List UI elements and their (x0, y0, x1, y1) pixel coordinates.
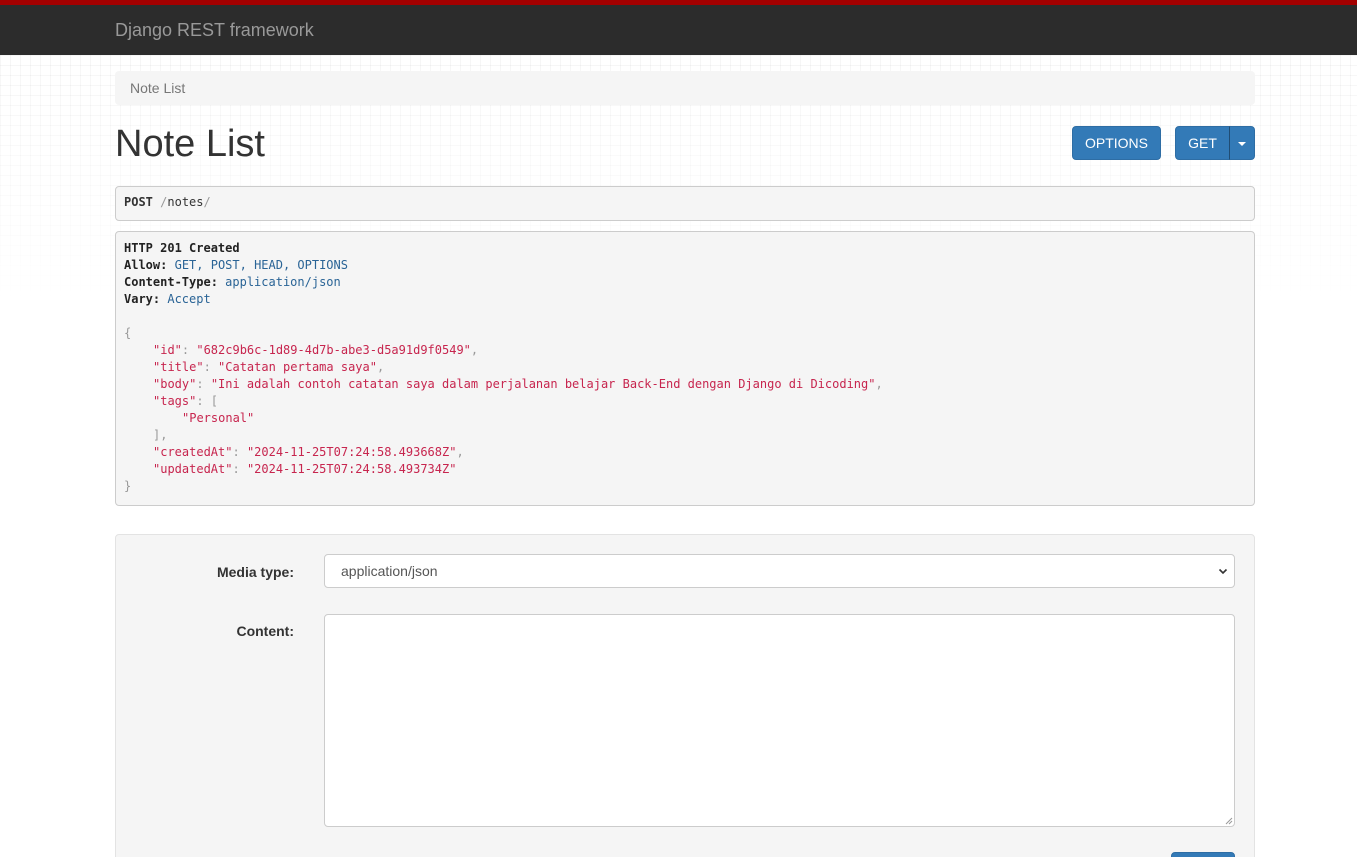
json-key: "updatedAt" (153, 462, 233, 476)
request-path: notes (167, 195, 204, 209)
header-key: Allow: (124, 258, 168, 272)
content-textarea[interactable] (324, 614, 1235, 827)
json-value: "2024-11-25T07:24:58.493734Z" (246, 462, 457, 476)
json-value: "2024-11-25T07:24:58.493668Z" (246, 445, 457, 459)
request-path-slash: / (203, 195, 211, 209)
navbar: Django REST framework (0, 0, 1357, 55)
json-key: "createdAt" (153, 445, 233, 459)
raw-data-form: Media type: application/json Content: (115, 534, 1255, 857)
json-key: "id" (153, 343, 182, 357)
json-value: "Ini adalah contoh catatan saya dalam pe… (210, 377, 876, 391)
caret-down-icon (1238, 142, 1246, 147)
media-type-select[interactable]: application/json (324, 554, 1235, 588)
json-bracket-close: ], (153, 428, 168, 442)
brand-link[interactable]: Django REST framework (115, 20, 314, 41)
header-key: Content-Type: (124, 275, 218, 289)
breadcrumb: Note List (115, 71, 1255, 105)
media-type-label: Media type: (216, 564, 294, 580)
get-button[interactable]: GET (1175, 126, 1230, 160)
request-method: POST (124, 195, 153, 209)
json-key: "tags" (153, 394, 197, 408)
json-brace-close: } (124, 479, 132, 493)
json-value: "Personal" (182, 411, 255, 425)
json-brace-open: { (124, 326, 132, 340)
header-value: Accept (167, 292, 211, 306)
chevron-down-icon (1218, 568, 1228, 575)
media-type-selected-value: application/json (341, 563, 438, 579)
response-status: HTTP 201 Created (124, 241, 240, 255)
resize-grip-icon[interactable] (1223, 815, 1233, 825)
options-button[interactable]: OPTIONS (1072, 126, 1161, 160)
header-value: application/json (225, 275, 341, 289)
json-value: "Catatan pertama saya" (218, 360, 377, 374)
json-key: "title" (153, 360, 204, 374)
json-value: "682c9b6c-1d89-4d7b-abe3-d5a91d9f0549" (196, 343, 471, 357)
page-title: Note List (115, 123, 265, 165)
content-label: Content: (236, 623, 294, 639)
header-key: Vary: (124, 292, 161, 306)
get-format-dropdown-button[interactable] (1229, 126, 1255, 160)
response-info: HTTP 201 Created Allow: GET, POST, HEAD,… (115, 231, 1255, 506)
breadcrumb-item-current: Note List (130, 80, 186, 96)
request-info: POST /notes/ (115, 186, 1255, 221)
json-key: "body" (153, 377, 197, 391)
post-button[interactable] (1171, 852, 1235, 857)
header-value: GET, POST, HEAD, OPTIONS (174, 258, 348, 272)
